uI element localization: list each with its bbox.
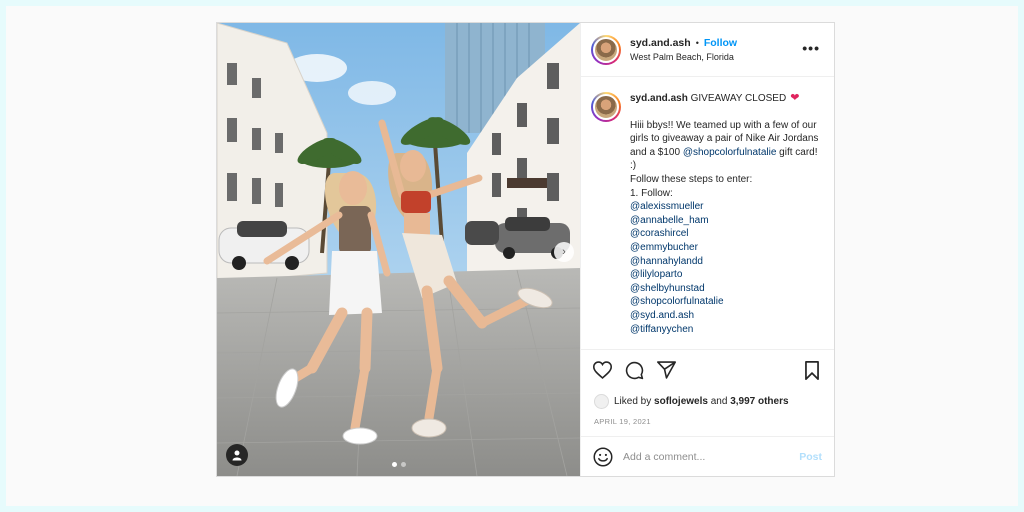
comment-input[interactable] — [623, 450, 800, 463]
mention-link[interactable]: @syd.and.ash — [630, 309, 822, 323]
likes-others-link[interactable]: 3,997 others — [730, 396, 788, 407]
caption-title: GIVEAWAY CLOSED — [690, 93, 787, 104]
instagram-post: › syd.and.ash • Follow West Palm Beach, … — [216, 22, 835, 477]
comment-icon — [625, 361, 643, 379]
emoji-icon[interactable] — [593, 447, 613, 467]
bookmark-icon — [805, 360, 819, 380]
mention-link[interactable]: @tiffanyychen — [630, 323, 822, 337]
save-button[interactable] — [802, 360, 822, 380]
likes-and: and — [710, 395, 728, 407]
post-header: syd.and.ash • Follow West Palm Beach, Fl… — [581, 23, 834, 77]
follow-button[interactable]: Follow — [704, 37, 737, 49]
location-link[interactable]: West Palm Beach, Florida — [630, 52, 737, 62]
action-bar — [581, 350, 834, 390]
user-icon — [232, 450, 242, 461]
mention-link[interactable]: @shopcolorfulnatalie — [683, 147, 777, 158]
mention-link[interactable]: @shelbyhunstad — [630, 282, 822, 296]
share-button[interactable] — [656, 360, 676, 380]
mention-link[interactable]: @lilyloparto — [630, 268, 822, 282]
avatar[interactable] — [591, 34, 621, 65]
comment-box: Post — [581, 436, 834, 476]
caption-step-1: 1. Follow: — [630, 187, 673, 199]
header-username[interactable]: syd.and.ash — [630, 37, 691, 49]
mention-link[interactable]: @corashircel — [630, 227, 822, 241]
mention-link[interactable]: @shopcolorfulnatalie — [630, 295, 822, 309]
mention-link[interactable]: @annabelle_ham — [630, 214, 822, 228]
liker-username[interactable]: soflojewels — [654, 396, 708, 407]
send-icon — [656, 361, 676, 379]
carousel-dot — [400, 462, 406, 467]
caption-username[interactable]: syd.and.ash — [630, 92, 688, 106]
post-photo[interactable]: › — [217, 23, 580, 476]
caption-steps: Follow these steps to enter: — [630, 173, 753, 185]
post-comment-button[interactable]: Post — [799, 451, 822, 463]
chevron-right-icon: › — [562, 246, 566, 258]
comment-button[interactable] — [624, 360, 644, 380]
carousel-dots — [217, 462, 580, 467]
separator-dot: • — [695, 38, 699, 48]
caption-avatar[interactable] — [591, 92, 621, 122]
like-button[interactable] — [592, 360, 612, 380]
mention-link[interactable]: @hannahylandd — [630, 255, 822, 269]
mention-link[interactable]: @alexissmueller — [630, 200, 822, 214]
carousel-next-button[interactable]: › — [554, 242, 574, 262]
likes-prefix: Liked by — [614, 395, 652, 407]
post-side-panel: syd.and.ash • Follow West Palm Beach, Fl… — [580, 23, 834, 476]
mention-link[interactable]: @emmybucher — [630, 241, 822, 255]
heart-icon — [592, 361, 612, 379]
carousel-dot — [391, 462, 397, 467]
liker-avatar[interactable] — [594, 393, 609, 409]
photo-illustration — [217, 23, 580, 476]
caption-text: Hiii bbys!! We teamed up with a few of o… — [630, 119, 822, 337]
post-date[interactable]: APRIL 19, 2021 — [581, 412, 834, 436]
heart-emoji: ❤ — [790, 92, 800, 104]
more-options-icon[interactable]: ••• — [802, 41, 820, 55]
caption-area: syd.and.ash GIVEAWAY CLOSED ❤ Hiii bbys!!… — [581, 77, 834, 350]
likes-summary: Liked by soflojewels and 3,997 others — [581, 390, 834, 412]
